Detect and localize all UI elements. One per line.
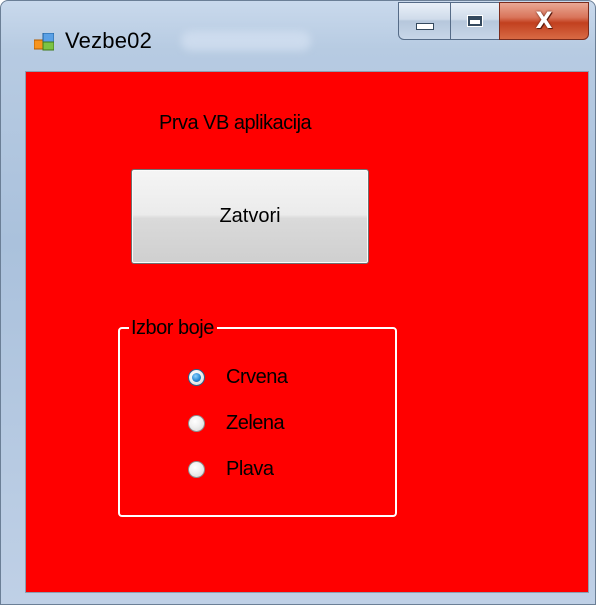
title-bar-glare <box>181 31 311 51</box>
color-groupbox-legend: Izbor boje <box>129 317 217 339</box>
window-title: Vezbe02 <box>65 28 153 53</box>
radio-crvena-label[interactable]: Crvena <box>226 366 288 389</box>
radio-button-unchecked[interactable] <box>188 460 205 478</box>
minimize-icon <box>415 22 434 30</box>
zatvori-button[interactable]: Zatvori <box>131 169 369 264</box>
radio-plava[interactable]: Plava <box>188 456 274 482</box>
maximize-button[interactable] <box>450 2 500 40</box>
app-icon <box>34 33 54 51</box>
radio-zelena-label[interactable]: Zelena <box>226 412 285 435</box>
radio-crvena[interactable]: Crvena <box>188 364 288 390</box>
radio-zelena[interactable]: Zelena <box>188 410 285 436</box>
minimize-button[interactable] <box>398 2 451 40</box>
radio-plava-label[interactable]: Plava <box>226 458 274 481</box>
radio-checked-dot <box>192 372 201 382</box>
close-window-button[interactable]: X <box>499 2 589 40</box>
title-bar[interactable]: Vezbe02 X <box>1 1 595 73</box>
zatvori-button-label: Zatvori <box>219 205 281 227</box>
close-icon: X <box>535 8 553 34</box>
radio-button-unchecked[interactable] <box>188 414 205 432</box>
heading-label: Prva VB aplikacija <box>159 112 312 134</box>
radio-button-checked[interactable] <box>188 368 205 386</box>
maximize-icon <box>468 16 482 26</box>
